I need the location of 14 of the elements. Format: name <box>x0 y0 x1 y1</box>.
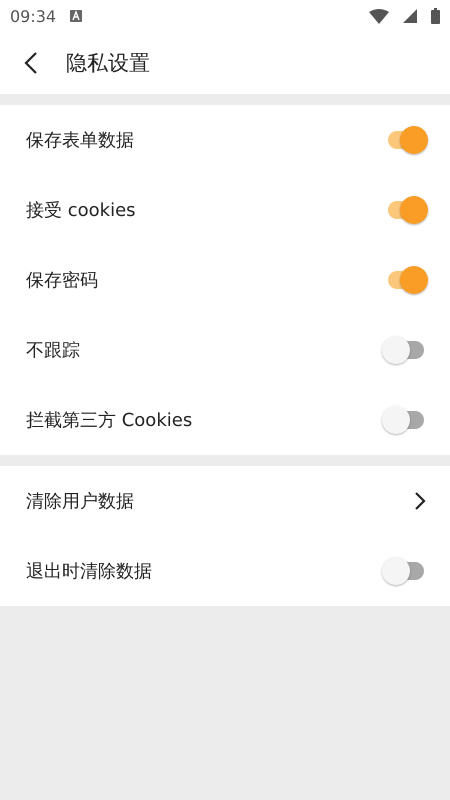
wifi-icon <box>369 8 389 24</box>
setting-label: 拦截第三方 Cookies <box>26 409 192 432</box>
setting-label: 接受 cookies <box>26 199 136 222</box>
setting-label: 保存密码 <box>26 269 98 292</box>
keyboard-icon <box>70 10 82 22</box>
chevron-right-icon[interactable] <box>414 491 426 511</box>
page-title: 隐私设置 <box>66 50 150 77</box>
signal-icon <box>403 9 417 23</box>
status-time: 09:34 <box>10 6 56 26</box>
battery-icon <box>431 8 440 24</box>
setting-label: 清除用户数据 <box>26 490 134 513</box>
setting-label: 退出时清除数据 <box>26 560 152 583</box>
setting-label: 保存表单数据 <box>26 129 134 152</box>
setting-label: 不跟踪 <box>26 339 80 362</box>
